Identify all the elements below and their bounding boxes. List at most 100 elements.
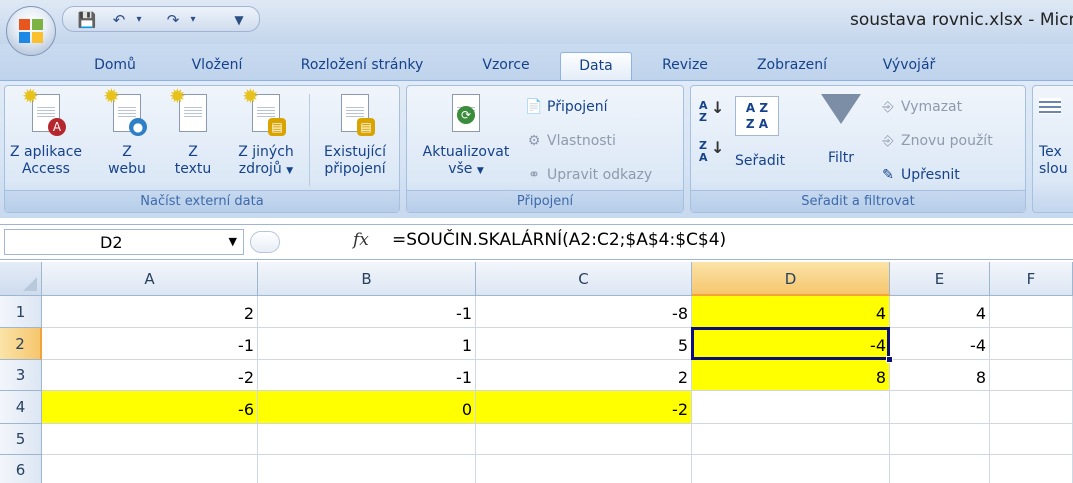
title-bar: 💾 ↶ ▾ ↷ ▾ ▼ soustava rovnic.xlsx - Micro — [0, 0, 1073, 44]
office-button[interactable] — [6, 6, 56, 56]
cell-b4[interactable]: 0 — [258, 391, 476, 424]
tab-developer[interactable]: Vývojář — [864, 52, 954, 80]
from-other-sources-button[interactable]: ✹ ▤ Z jiných zdrojů ▼ — [229, 86, 303, 180]
from-text-button[interactable]: ✹ Z textu — [163, 86, 223, 178]
from-access-button[interactable]: ✹ A Z aplikace Access — [9, 86, 83, 178]
cell-c4[interactable]: -2 — [476, 391, 692, 424]
column-header-d[interactable]: D — [692, 262, 890, 296]
web-icon: ✹ ● — [103, 86, 147, 138]
cell-f6[interactable] — [990, 455, 1073, 483]
cell-c1[interactable]: -8 — [476, 296, 692, 328]
column-header-f[interactable]: F — [990, 262, 1073, 296]
from-web-label-1: Z — [122, 144, 132, 160]
existing-connections-button[interactable]: ▤ Existující připojení — [315, 92, 395, 178]
name-box-value: D2 — [100, 233, 123, 252]
sort-za-button[interactable]: Z A ↓ — [699, 140, 724, 172]
column-header-b[interactable]: B — [258, 262, 476, 296]
tab-data[interactable]: Data — [560, 52, 632, 80]
formula-bar-resize-handle[interactable] — [250, 231, 280, 253]
cell-f5[interactable] — [990, 424, 1073, 455]
tab-formulas[interactable]: Vzorce — [466, 52, 546, 80]
office-logo-icon — [19, 19, 45, 45]
cell-e1[interactable]: 4 — [890, 296, 990, 328]
row-header-4[interactable]: 4 — [0, 391, 42, 424]
column-header-e[interactable]: E — [890, 262, 990, 296]
sort-button[interactable]: Seřadit — [735, 152, 785, 170]
column-header-c[interactable]: C — [476, 262, 692, 296]
tab-view[interactable]: Zobrazení — [742, 52, 842, 80]
cell-b1[interactable]: -1 — [258, 296, 476, 328]
row-header-1[interactable]: 1 — [0, 296, 42, 328]
column-header-a[interactable]: A — [42, 262, 258, 296]
redo-icon[interactable]: ↷ — [163, 11, 183, 29]
cell-a2[interactable]: -1 — [42, 328, 258, 360]
cell-a4[interactable]: -6 — [42, 391, 258, 424]
cell-d1[interactable]: 4 — [692, 296, 890, 328]
tab-insert[interactable]: Vložení — [176, 52, 258, 80]
undo-icon[interactable]: ↶ — [109, 11, 129, 29]
group-label-sort-filter: Seřadit a filtrovat — [691, 190, 1025, 212]
cell-b3[interactable]: -1 — [258, 360, 476, 391]
filter-button[interactable]: Filtr — [809, 92, 873, 167]
cell-a6[interactable] — [42, 455, 258, 483]
redo-dropdown-icon[interactable]: ▾ — [183, 11, 203, 29]
save-icon[interactable]: 💾 — [77, 11, 97, 29]
text-columns-label-2: slou — [1039, 161, 1068, 177]
tab-home[interactable]: Domů — [78, 52, 152, 80]
cell-e5[interactable] — [890, 424, 990, 455]
cell-d5[interactable] — [692, 424, 890, 455]
customize-icon[interactable]: ▼ — [229, 11, 249, 29]
cell-e4[interactable] — [890, 391, 990, 424]
formula-input[interactable]: =SOUČIN.SKALÁRNÍ(A2:C2;$A$4:$C$4) — [392, 230, 726, 250]
cell-f1[interactable] — [990, 296, 1073, 328]
name-box[interactable]: D2 ▼ — [4, 229, 244, 255]
connections-icon: 📄 — [525, 99, 543, 115]
insert-function-icon[interactable]: fx — [353, 230, 369, 250]
existing-connections-icon: ▤ — [337, 92, 375, 138]
chevron-down-icon: ▼ — [286, 166, 294, 176]
text-columns-label-1: Tex — [1039, 144, 1062, 160]
cell-e3[interactable]: 8 — [890, 360, 990, 391]
from-access-label-2: Access — [22, 161, 70, 177]
sort-az-button[interactable]: A Z ↓ — [699, 100, 724, 132]
text-to-columns-button[interactable]: Tex slou — [1039, 92, 1073, 178]
cell-e6[interactable] — [890, 455, 990, 483]
cell-f4[interactable] — [990, 391, 1073, 424]
connections-button[interactable]: 📄 Připojení — [525, 98, 607, 116]
cell-a3[interactable]: -2 — [42, 360, 258, 391]
cell-a5[interactable] — [42, 424, 258, 455]
cell-d3[interactable]: 8 — [692, 360, 890, 391]
cell-f2[interactable] — [990, 328, 1073, 360]
undo-dropdown-icon[interactable]: ▾ — [129, 11, 149, 29]
row-header-2[interactable]: 2 — [0, 328, 42, 360]
group-external-data: ✹ A Z aplikace Access ✹ ● Z webu ✹ Z textu… — [4, 85, 400, 213]
advanced-label: Upřesnit — [901, 167, 960, 183]
select-all-button[interactable] — [0, 262, 42, 296]
cell-c2[interactable]: 5 — [476, 328, 692, 360]
from-web-button[interactable]: ✹ ● Z webu — [97, 86, 157, 178]
row-header-5[interactable]: 5 — [0, 424, 42, 455]
tab-review[interactable]: Revize — [648, 52, 722, 80]
cell-c5[interactable] — [476, 424, 692, 455]
cell-d2[interactable]: -4 — [692, 328, 890, 360]
cell-c6[interactable] — [476, 455, 692, 483]
cell-b6[interactable] — [258, 455, 476, 483]
cell-a1[interactable]: 2 — [42, 296, 258, 328]
row-header-3[interactable]: 3 — [0, 360, 42, 391]
cell-c3[interactable]: 2 — [476, 360, 692, 391]
text-file-icon: ✹ — [169, 86, 211, 138]
tab-page-layout[interactable]: Rozložení stránky — [282, 52, 442, 80]
cell-b5[interactable] — [258, 424, 476, 455]
fill-handle[interactable] — [886, 356, 893, 363]
chevron-down-icon[interactable]: ▼ — [229, 235, 237, 248]
cell-b2[interactable]: 1 — [258, 328, 476, 360]
advanced-filter-icon: ✎ — [882, 167, 894, 183]
advanced-button[interactable]: ✎ Upřesnit — [879, 166, 960, 184]
cell-d4[interactable] — [692, 391, 890, 424]
cell-f3[interactable] — [990, 360, 1073, 391]
cell-e2[interactable]: -4 — [890, 328, 990, 360]
cell-d6[interactable] — [692, 455, 890, 483]
refresh-all-button[interactable]: ⟳ Aktualizovat vše ▼ — [413, 92, 519, 180]
row-header-6[interactable]: 6 — [0, 455, 42, 483]
filter-label: Filtr — [827, 150, 855, 166]
